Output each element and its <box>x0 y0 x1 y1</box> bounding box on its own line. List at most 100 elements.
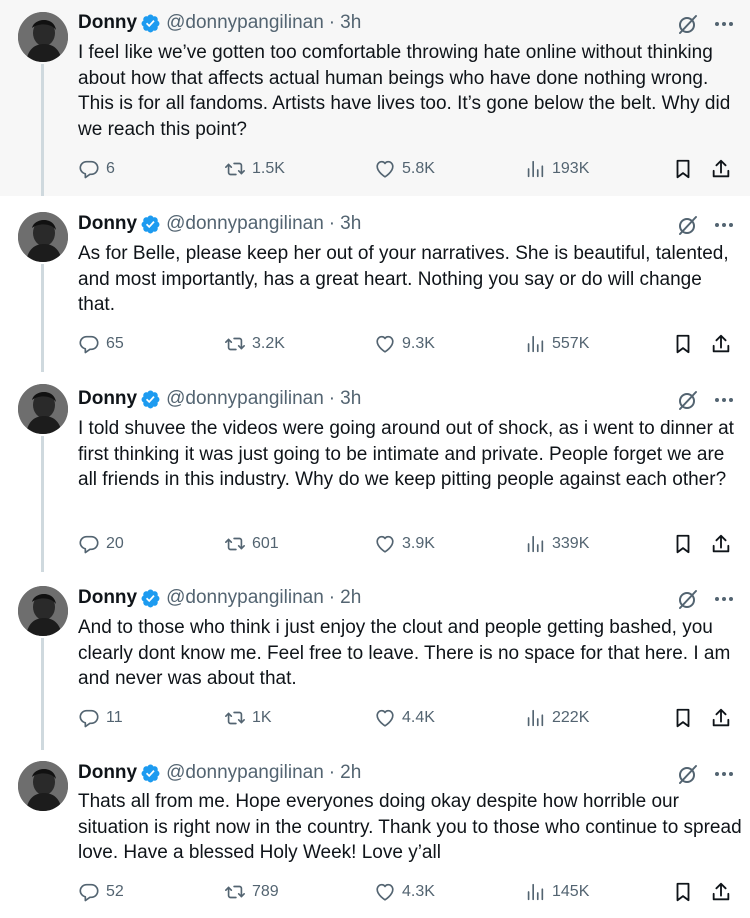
reply-button[interactable]: 52 <box>78 879 124 905</box>
like-count: 4.4K <box>402 709 435 726</box>
bookmark-icon <box>676 334 690 354</box>
retweet-icon <box>225 162 245 176</box>
retweet-button[interactable]: 601 <box>224 531 279 557</box>
reply-icon <box>79 535 99 554</box>
retweet-button[interactable]: 789 <box>224 879 279 905</box>
author-handle[interactable]: @donnypangilinan <box>166 213 324 235</box>
bookmark-button[interactable] <box>672 879 694 905</box>
tweet-text: And to those who think i just enjoy the … <box>78 617 731 689</box>
tweet-actions: 6 1.5K 5.8K 193K <box>78 156 738 182</box>
share-icon <box>712 534 730 553</box>
verified-badge-icon <box>140 214 161 235</box>
separator-dot: · <box>328 12 336 33</box>
reply-button[interactable]: 65 <box>78 331 124 357</box>
like-button[interactable]: 4.4K <box>374 705 435 731</box>
like-button[interactable]: 5.8K <box>374 156 435 182</box>
reply-icon <box>79 335 99 354</box>
views-button[interactable]: 222K <box>524 705 589 731</box>
thread-line <box>41 64 44 196</box>
avatar[interactable] <box>18 761 68 811</box>
reply-icon <box>79 709 99 728</box>
reply-button[interactable]: 11 <box>78 705 123 731</box>
views-chart-icon <box>527 883 544 901</box>
share-button[interactable] <box>710 531 732 557</box>
grok-icon[interactable] <box>676 388 700 412</box>
more-icon[interactable] <box>712 388 736 412</box>
grok-icon[interactable] <box>676 587 700 611</box>
timestamp[interactable]: 2h <box>340 587 361 609</box>
bookmark-button[interactable] <box>672 531 694 557</box>
tweet-text: Thats all from me. Hope everyones doing … <box>78 791 742 863</box>
tweet-text: As for Belle, please keep her out of you… <box>78 243 729 315</box>
share-button[interactable] <box>710 705 732 731</box>
retweet-count: 1K <box>252 709 272 726</box>
more-icon[interactable] <box>712 762 736 786</box>
avatar[interactable] <box>18 212 68 262</box>
views-button[interactable]: 193K <box>524 156 589 182</box>
author-name[interactable]: Donny <box>78 12 137 34</box>
verified-badge-icon <box>140 13 161 34</box>
author-handle[interactable]: @donnypangilinan <box>166 388 324 410</box>
views-button[interactable]: 557K <box>524 331 589 357</box>
avatar[interactable] <box>18 384 68 434</box>
grok-icon[interactable] <box>676 762 700 786</box>
views-button[interactable]: 145K <box>524 879 589 905</box>
author-handle[interactable]: @donnypangilinan <box>166 12 324 34</box>
tweet-actions: 20 601 3.9K 339K <box>78 531 738 557</box>
avatar[interactable] <box>18 586 68 636</box>
more-icon[interactable] <box>712 587 736 611</box>
like-count: 5.8K <box>402 160 435 177</box>
grok-icon[interactable] <box>676 12 700 36</box>
timestamp[interactable]: 3h <box>340 12 361 34</box>
views-count: 145K <box>552 883 590 900</box>
tweet-actions: 52 789 4.3K 145K <box>78 879 738 905</box>
views-button[interactable]: 339K <box>524 531 589 557</box>
retweet-button[interactable]: 1K <box>224 705 272 731</box>
like-button[interactable]: 9.3K <box>374 331 435 357</box>
like-button[interactable]: 3.9K <box>374 531 435 557</box>
share-button[interactable] <box>710 156 732 182</box>
author-name[interactable]: Donny <box>78 213 137 235</box>
tweet[interactable]: Donny @donnypangilinan · 3h I told shuve… <box>0 372 750 572</box>
bookmark-icon <box>676 159 690 179</box>
bookmark-button[interactable] <box>672 331 694 357</box>
tweet[interactable]: Donny @donnypangilinan · 3h I feel like … <box>0 0 750 196</box>
reply-button[interactable]: 6 <box>78 156 115 182</box>
reply-icon <box>79 883 99 902</box>
author-handle[interactable]: @donnypangilinan <box>166 762 324 784</box>
author-handle[interactable]: @donnypangilinan <box>166 587 324 609</box>
like-count: 3.9K <box>402 535 435 552</box>
author-name[interactable]: Donny <box>78 587 137 609</box>
share-button[interactable] <box>710 331 732 357</box>
retweet-button[interactable]: 3.2K <box>224 331 285 357</box>
share-button[interactable] <box>710 879 732 905</box>
tweet[interactable]: Donny @donnypangilinan · 3h As for Belle… <box>0 196 750 372</box>
author-name[interactable]: Donny <box>78 388 137 410</box>
bookmark-button[interactable] <box>672 156 694 182</box>
more-icon[interactable] <box>712 12 736 36</box>
share-icon <box>712 159 730 178</box>
reply-button[interactable]: 20 <box>78 531 124 557</box>
avatar[interactable] <box>18 12 68 62</box>
retweet-icon <box>225 711 245 725</box>
timestamp[interactable]: 3h <box>340 213 361 235</box>
timestamp[interactable]: 2h <box>340 762 361 784</box>
tweet[interactable]: Donny @donnypangilinan · 2h And to those… <box>0 572 750 750</box>
grok-icon[interactable] <box>676 213 700 237</box>
verified-badge-icon <box>140 389 161 410</box>
bookmark-icon <box>676 534 690 554</box>
heart-icon <box>376 335 394 353</box>
reply-count: 20 <box>106 535 124 552</box>
timestamp[interactable]: 3h <box>340 388 361 410</box>
retweet-button[interactable]: 1.5K <box>224 156 285 182</box>
more-icon[interactable] <box>712 213 736 237</box>
bookmark-button[interactable] <box>672 705 694 731</box>
thread-line <box>41 264 44 372</box>
verified-badge-icon <box>140 763 161 784</box>
views-chart-icon <box>527 709 544 727</box>
tweet[interactable]: Donny @donnypangilinan · 2h Thats all fr… <box>0 750 750 918</box>
like-button[interactable]: 4.3K <box>374 879 435 905</box>
heart-icon <box>376 160 394 178</box>
author-name[interactable]: Donny <box>78 762 137 784</box>
reply-count: 52 <box>106 883 124 900</box>
